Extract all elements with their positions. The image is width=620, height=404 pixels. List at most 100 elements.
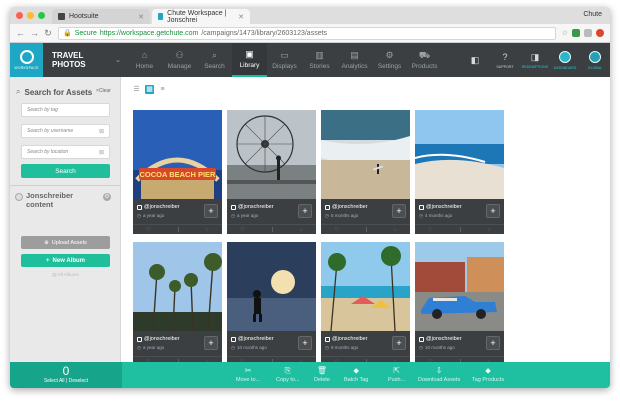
compact-view-icon[interactable]: ≡: [158, 85, 167, 94]
asset-thumbnail[interactable]: [133, 242, 222, 331]
asset-card[interactable]: @jonschreiber ◷ 10 months ago + ♡ | ◌: [415, 242, 504, 362]
asset-thumbnail[interactable]: COCOA BEACH PIER: [133, 110, 222, 199]
asset-thumbnail[interactable]: [415, 110, 504, 199]
forward-arrow-icon[interactable]: →: [30, 28, 39, 38]
comment-icon[interactable]: ◌: [488, 227, 491, 233]
asset-username[interactable]: @jonschreiber: [144, 204, 180, 210]
add-to-album-button[interactable]: +: [204, 204, 218, 218]
bulk-action-tag[interactable]: ⬥ Batch Tag: [344, 366, 368, 383]
back-arrow-icon[interactable]: ←: [16, 28, 25, 38]
heart-icon[interactable]: ♡: [240, 227, 244, 233]
asset-thumbnail[interactable]: [321, 242, 410, 331]
star-icon[interactable]: ☆: [562, 29, 568, 37]
bulk-action-move[interactable]: ✂ Move to...: [236, 366, 260, 383]
asset-meta: @jonschreiber ◷ 9 months ago +: [321, 331, 410, 356]
close-window-button[interactable]: [16, 12, 23, 19]
all-albums-link[interactable]: ▤ All Albums: [10, 272, 121, 278]
asset-username[interactable]: @jonschreiber: [238, 204, 274, 210]
tab-close-icon[interactable]: ✕: [238, 13, 244, 21]
asset-username[interactable]: @jonschreiber: [426, 204, 462, 210]
tab-hootsuite[interactable]: Hootsuite ✕: [52, 9, 150, 24]
asset-card[interactable]: @jonschreiber ◷ 9 months ago + ♡ | ◌: [321, 242, 410, 362]
asset-card[interactable]: @jonschreiber ◷ a year ago + ♡ | ◌: [227, 110, 316, 234]
campaign-switcher[interactable]: TRAVEL PHOTOS ⌄: [43, 43, 127, 77]
location-search-input[interactable]: Search by location ⊠: [21, 145, 110, 159]
add-to-album-button[interactable]: +: [392, 204, 406, 218]
bulk-action-copy[interactable]: ⎘ Copy to...: [276, 366, 300, 383]
asset-card[interactable]: @jonschreiber ◷ 5 months ago + ♡ | ◌: [321, 110, 410, 234]
asset-thumbnail[interactable]: [321, 110, 410, 199]
username-search-input[interactable]: Search by username ⊠: [21, 124, 110, 138]
right-nav-redemptions[interactable]: ◨ REDEMPTIONS: [520, 43, 550, 77]
grid-view-icon[interactable]: ▦: [145, 85, 154, 94]
nav-search[interactable]: ⌕ Search: [197, 43, 232, 77]
right-nav-support[interactable]: ? SUPPORT: [490, 43, 520, 77]
reload-icon[interactable]: ↻: [44, 28, 52, 39]
add-to-album-button[interactable]: +: [486, 336, 500, 350]
add-to-album-button[interactable]: +: [298, 204, 312, 218]
asset-age-text: 5 months ago: [330, 213, 359, 218]
nav-products[interactable]: ⛟ Products: [407, 43, 442, 77]
owner-settings-gear-icon[interactable]: ⚙: [103, 193, 111, 201]
heart-icon[interactable]: ♡: [146, 227, 150, 233]
new-album-button[interactable]: + New Album: [21, 254, 110, 267]
comment-icon[interactable]: ◌: [206, 227, 209, 233]
asset-username[interactable]: @jonschreiber: [332, 204, 368, 210]
nav-library[interactable]: ▣ Library: [232, 43, 267, 77]
nav-home[interactable]: ⌂ Home: [127, 43, 162, 77]
nav-analytics[interactable]: ▤ Analytics: [337, 43, 372, 77]
clear-input-icon[interactable]: ⊠: [99, 149, 104, 156]
asset-username[interactable]: @jonschreiber: [238, 336, 274, 342]
asset-card[interactable]: @jonschreiber ◷ 4 months ago + ♡ | ◌: [415, 110, 504, 234]
heart-icon[interactable]: ♡: [334, 227, 338, 233]
nav-stories[interactable]: ▥ Stories: [302, 43, 337, 77]
upload-assets-button[interactable]: ⊕ Upload Assets: [21, 236, 110, 249]
select-all-deselect-link[interactable]: Select All | Deselect: [10, 378, 122, 384]
extension-generic-icon[interactable]: [584, 29, 592, 37]
tab-chute-workspace[interactable]: Chute Workspace | Jonschrei ✕: [152, 9, 250, 24]
minimize-window-button[interactable]: [27, 12, 34, 19]
bulk-action-tag-products[interactable]: ⬥ Tag Products: [472, 366, 504, 383]
bulk-action-delete[interactable]: 🗑 Delete: [314, 366, 330, 383]
maximize-window-button[interactable]: [38, 12, 45, 19]
asset-thumbnail[interactable]: [415, 242, 504, 331]
nav-label: Products: [411, 62, 438, 70]
list-view-icon[interactable]: ☰: [132, 85, 141, 94]
asset-username[interactable]: @jonschreiber: [144, 336, 180, 342]
right-nav-global[interactable]: GLOBAL: [580, 43, 610, 77]
bulk-action-push[interactable]: ⇱ Push...: [388, 366, 405, 383]
asset-thumbnail[interactable]: [227, 110, 316, 199]
workspace-logo[interactable]: WORKSPACE: [10, 43, 43, 77]
bulk-action-download[interactable]: ⇩ Download Assets: [418, 366, 460, 383]
tag-search-placeholder: Search by tag: [27, 107, 58, 113]
tag-search-input[interactable]: Search by tag: [21, 103, 110, 117]
asset-card[interactable]: @jonschreiber ◷ 10 months ago + ♡ | ◌: [227, 242, 316, 362]
url-field[interactable]: 🔒 Secure https://workspace.getchute.com /…: [58, 26, 556, 40]
asset-card[interactable]: @jonschreiber ◷ a year ago + ♡ | ◌: [133, 242, 222, 362]
nav-settings[interactable]: ⚙ Settings: [372, 43, 407, 77]
add-to-album-button[interactable]: +: [298, 336, 312, 350]
clear-input-icon[interactable]: ⊠: [99, 128, 104, 135]
right-nav-dashboard[interactable]: DASHBOARD: [550, 43, 580, 77]
divider-bar: |: [271, 226, 273, 233]
nav-manage[interactable]: ⚇ Manage: [162, 43, 197, 77]
heart-icon[interactable]: ♡: [428, 227, 432, 233]
extension-opera-icon[interactable]: [596, 29, 604, 37]
comment-icon[interactable]: ◌: [300, 227, 303, 233]
nav-displays[interactable]: ▭ Displays: [267, 43, 302, 77]
right-nav-panel[interactable]: ◧: [460, 43, 490, 77]
add-to-album-button[interactable]: +: [392, 336, 406, 350]
profile-name[interactable]: Chute: [583, 11, 602, 18]
clear-filters-link[interactable]: ×Clear: [96, 88, 111, 94]
asset-thumbnail[interactable]: [227, 242, 316, 331]
search-button[interactable]: Search: [21, 164, 110, 178]
add-to-album-button[interactable]: +: [204, 336, 218, 350]
tab-close-icon[interactable]: ✕: [138, 13, 144, 21]
asset-username[interactable]: @jonschreiber: [426, 336, 462, 342]
asset-card[interactable]: COCOA BEACH PIER @jonschreiber ◷ a year ag…: [133, 110, 222, 234]
comment-icon[interactable]: ◌: [394, 227, 397, 233]
add-to-album-button[interactable]: +: [486, 204, 500, 218]
extension-drive-icon[interactable]: [572, 29, 580, 37]
asset-username[interactable]: @jonschreiber: [332, 336, 368, 342]
bulk-action-label: Delete: [314, 377, 330, 383]
